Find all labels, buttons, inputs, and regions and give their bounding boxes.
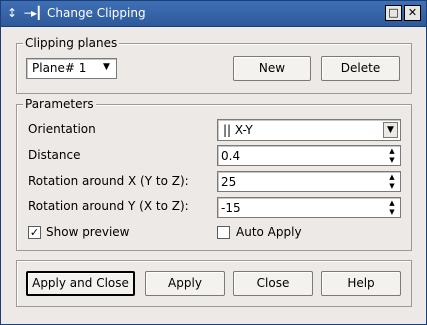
restore-button[interactable]: □ [385,5,402,21]
restore-icon: □ [388,6,399,19]
orientation-label: Orientation [28,122,96,136]
close-button[interactable]: Close [233,271,313,296]
help-button[interactable]: Help [321,271,401,296]
rotation-x-label: Rotation around X (Y to Z): [28,174,189,188]
parameters-group: Parameters Orientation || X-Y ▼ Distance… [16,96,412,251]
delete-plane-button[interactable]: Delete [321,56,400,81]
check-icon: ✓ [29,226,40,239]
distance-stepper[interactable]: ▲ ▼ [385,147,399,164]
rotation-y-spinbox[interactable]: -15 ▲ ▼ [217,197,401,218]
close-window-button[interactable]: ✕ [404,5,421,21]
arrow-down-icon[interactable]: ▼ [385,208,399,216]
pin-icon[interactable]: −▸┃ [23,5,42,21]
apply-button[interactable]: Apply [145,271,225,296]
close-icon: ✕ [407,6,418,19]
distance-spinbox[interactable]: 0.4 ▲ ▼ [217,145,401,166]
chevron-down-icon[interactable]: ▼ [99,60,114,75]
apply-label: Apply [168,276,202,290]
rotation-y-stepper[interactable]: ▲ ▼ [385,199,399,216]
distance-value: 0.4 [221,149,241,163]
new-plane-button[interactable]: New [233,56,311,81]
close-label: Close [256,276,290,290]
rotation-x-value: 25 [221,175,237,189]
window-title: Change Clipping [47,6,146,20]
app-menu-icon[interactable]: ↕ [7,5,17,21]
plane-select[interactable]: Plane# 1 ▼ [26,58,117,79]
rotation-y-value: -15 [221,201,241,215]
arrow-up-icon[interactable]: ▲ [385,147,399,155]
clipping-planes-group: Clipping planes Plane# 1 ▼ New Delete [16,35,412,94]
dialog-buttons-group: Apply and Close Apply Close Help [16,260,412,307]
chevron-down-icon[interactable]: ▼ [383,122,398,138]
rotation-x-stepper[interactable]: ▲ ▼ [385,173,399,190]
plane-select-value: Plane# 1 [32,61,87,75]
arrow-up-icon[interactable]: ▲ [385,173,399,181]
orientation-select[interactable]: || X-Y ▼ [217,119,401,141]
orientation-value: || X-Y [223,123,253,137]
change-clipping-dialog: ↕ −▸┃ Change Clipping □ ✕ Clipping plane… [0,0,427,325]
arrow-down-icon[interactable]: ▼ [385,182,399,190]
rotation-y-label: Rotation around Y (X to Z): [28,199,189,213]
show-preview-checkbox[interactable]: ✓ [28,226,41,239]
apply-and-close-button[interactable]: Apply and Close [26,271,135,296]
help-label: Help [347,276,375,290]
auto-apply-checkbox[interactable] [217,226,230,239]
arrow-down-icon[interactable]: ▼ [385,156,399,164]
title-bar[interactable]: ↕ −▸┃ Change Clipping □ ✕ [1,1,426,27]
distance-label: Distance [28,148,81,162]
arrow-up-icon[interactable]: ▲ [385,199,399,207]
clipping-planes-title: Clipping planes [23,35,120,51]
rotation-x-spinbox[interactable]: 25 ▲ ▼ [217,171,401,192]
parameters-title: Parameters [23,96,96,112]
show-preview-label[interactable]: Show preview [46,224,130,240]
auto-apply-label[interactable]: Auto Apply [236,224,302,240]
